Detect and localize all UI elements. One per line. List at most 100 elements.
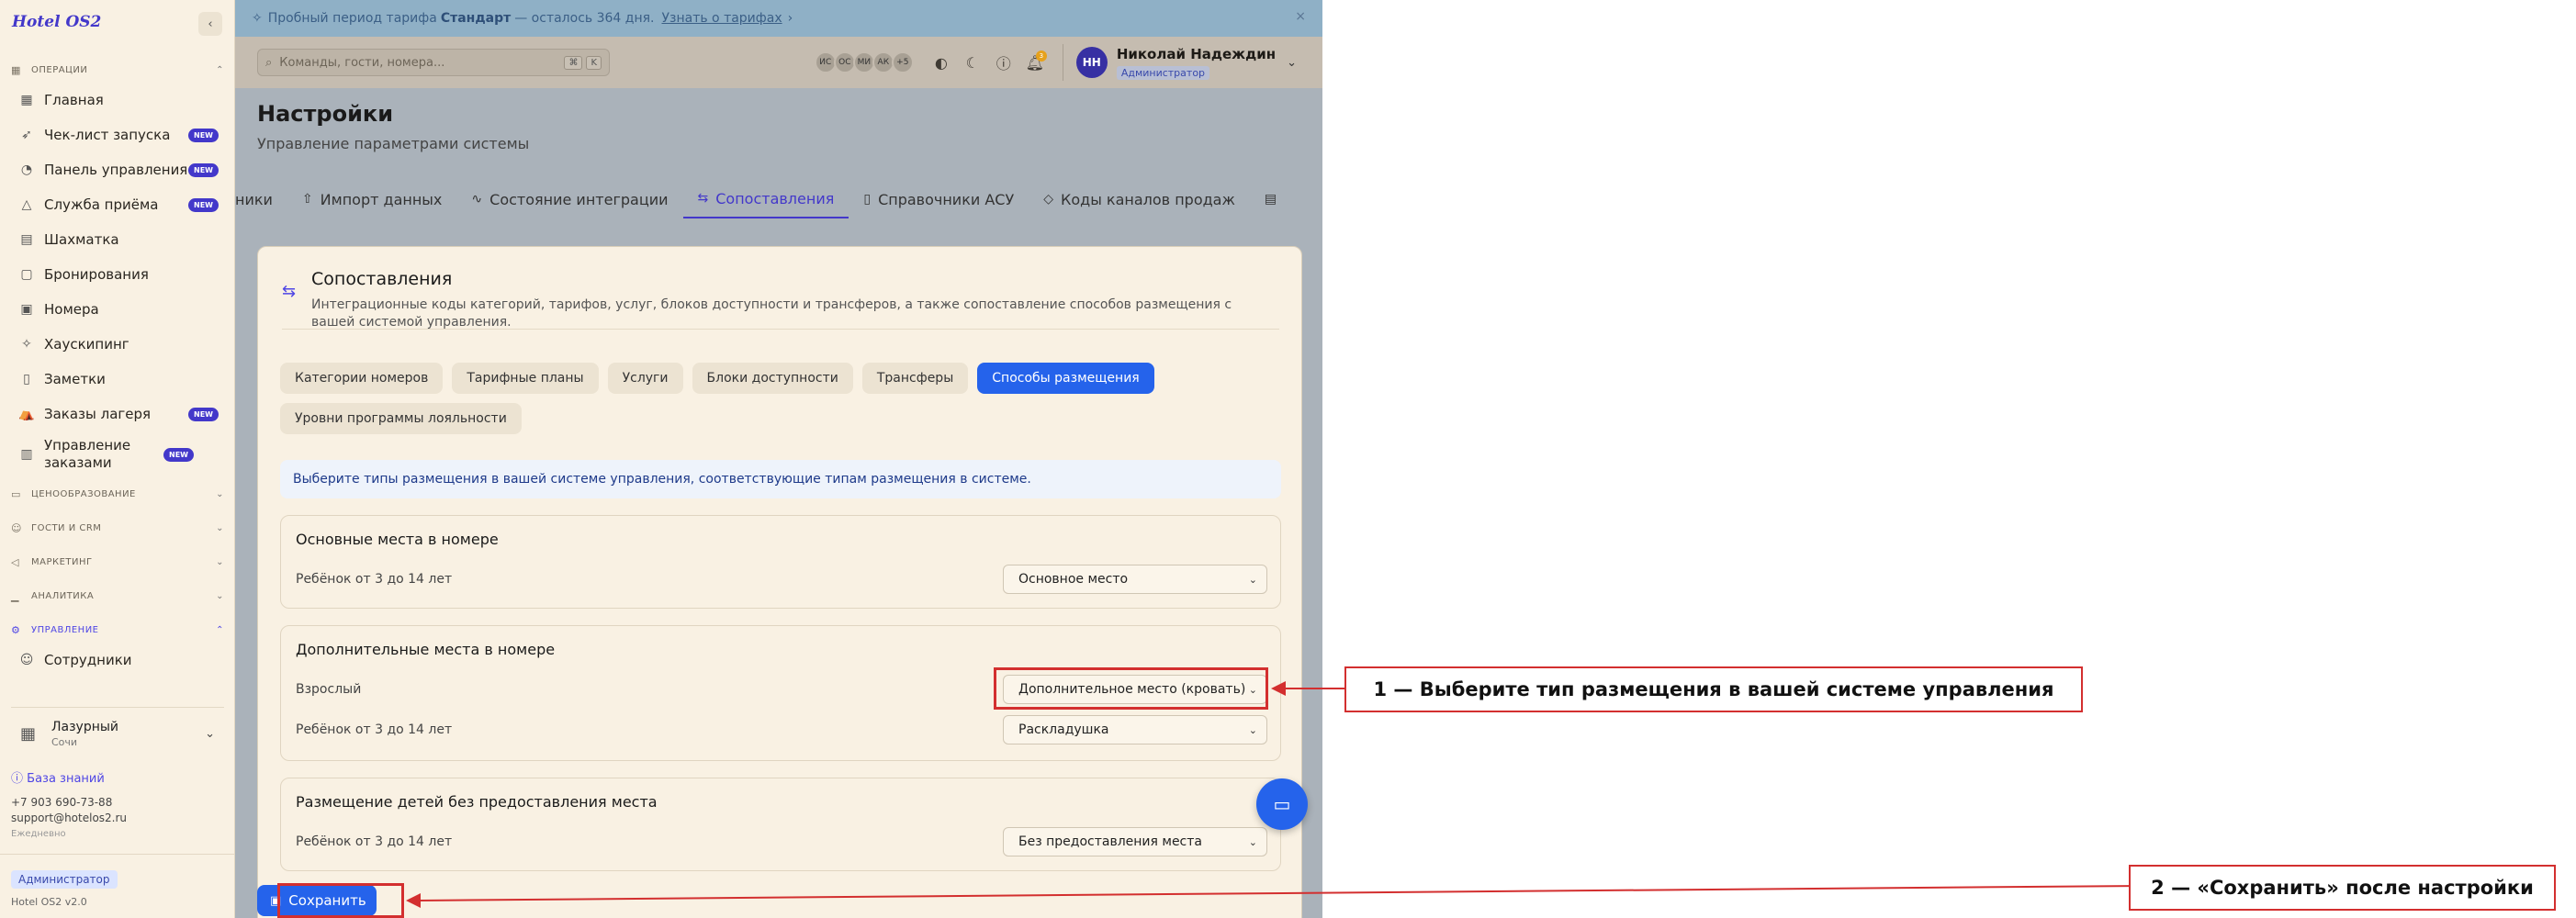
app-window: Hotel OS2 ‹ ▦ ОПЕРАЦИИ ⌃ ▦ Главная ➶ Чек…	[0, 0, 1322, 918]
settings-tabs: ники ⇧ Импорт данных ∿ Состояние интеграци…	[235, 180, 1322, 220]
sidebar-item-housekeeping[interactable]: ✧ Хаускипинг	[0, 327, 235, 362]
pulse-icon: ∿	[471, 192, 483, 207]
sidebar-item-bookings[interactable]: ▢ Бронирования	[0, 257, 235, 292]
sparkles-icon: ✧	[21, 337, 32, 352]
shortcut-key: ⌘	[564, 55, 583, 70]
sidebar-item-launch-checklist[interactable]: ➶ Чек-лист запуска NEW	[0, 118, 235, 152]
support-email[interactable]: support@hotelos2.ru	[11, 811, 224, 826]
sidebar-item-chessboard[interactable]: ▤ Шахматка	[0, 222, 235, 257]
subtab-transfers[interactable]: Трансферы	[861, 363, 969, 394]
card-header: ⇆ Сопоставления Интеграционные коды кате…	[282, 265, 1279, 330]
subtab-rate-plans[interactable]: Тарифные планы	[452, 363, 599, 394]
tab-sales-channel-codes[interactable]: ◇ Коды каналов продаж	[1029, 180, 1250, 218]
online-users[interactable]: ИС ОС МИ АК +5	[814, 51, 914, 73]
sidebar-group-pricing[interactable]: ▭ ЦЕНООБРАЗОВАНИЕ ⌄	[0, 481, 235, 507]
sidebar-group-label: ОПЕРАЦИИ	[31, 64, 88, 75]
sidebar-item-label: Номера	[44, 300, 99, 318]
sidebar-item-home[interactable]: ▦ Главная	[0, 83, 235, 118]
sidebar-item-label: Заметки	[44, 370, 106, 387]
sidebar-group-label: МАРКЕТИНГ	[31, 556, 93, 567]
bell-concierge-icon: △	[21, 197, 32, 212]
brand-logo[interactable]: Hotel OS2	[12, 13, 101, 31]
tab-more[interactable]: ▤	[1250, 180, 1299, 218]
tab-partial[interactable]: ники	[235, 180, 287, 218]
sidebar-group-management[interactable]: ⚙ УПРАВЛЕНИЕ ⌃	[0, 617, 235, 643]
tab-mappings[interactable]: ⇆ Сопоставления	[682, 180, 849, 218]
banner-text-suffix: — осталось 364 дня.	[514, 11, 655, 26]
banner-text: Пробный период тарифа	[267, 11, 437, 26]
new-badge: NEW	[188, 407, 219, 421]
chevron-down-icon: ⌄	[216, 522, 224, 533]
sidebar-item-rooms[interactable]: ▣ Номера	[0, 292, 235, 327]
chevron-up-icon: ⌃	[216, 624, 224, 635]
chevron-down-icon: ⌄	[1287, 55, 1297, 70]
placement-select[interactable]: Раскладушка ⌄	[1003, 715, 1267, 744]
sidebar-group-marketing[interactable]: ◁ МАРКЕТИНГ ⌄	[0, 549, 235, 575]
clipboard-icon: ▥	[20, 447, 33, 462]
new-badge: NEW	[188, 162, 219, 177]
sidebar-nav: ▦ ОПЕРАЦИИ ⌃ ▦ Главная ➶ Чек-лист запуск…	[0, 57, 235, 677]
subtab-loyalty-levels[interactable]: Уровни программы лояльности	[280, 403, 522, 434]
sidebar-group-analytics[interactable]: ▁ АНАЛИТИКА ⌄	[0, 583, 235, 609]
subtab-placement-types[interactable]: Способы размещения	[977, 363, 1154, 394]
sidebar-item-label: Сотрудники	[44, 651, 132, 668]
subtab-availability-blocks[interactable]: Блоки доступности	[692, 363, 853, 394]
sidebar-item-control-panel[interactable]: ◔ Панель управления NEW	[0, 152, 235, 187]
search-input[interactable]: ⌕ Команды, гости, номера... ⌘ K	[257, 49, 610, 76]
subtab-services[interactable]: Услуги	[607, 363, 683, 394]
sidebar-item-staff[interactable]: ☺ Сотрудники	[0, 643, 235, 677]
calendar-icon: ▢	[20, 267, 33, 282]
section-no-place: Размещение детей без предоставления мест…	[280, 778, 1281, 871]
note-icon: ▯	[23, 372, 30, 386]
collapse-sidebar-button[interactable]: ‹	[198, 12, 222, 36]
notification-count: 3	[1035, 50, 1047, 62]
sidebar-group-label: АНАЛИТИКА	[31, 590, 95, 601]
app-version: Hotel OS2 v2.0	[11, 896, 87, 908]
users-icon: ☺	[19, 653, 34, 667]
arrows-icon: ⇆	[697, 191, 709, 206]
chevron-down-icon: ⌄	[216, 590, 224, 601]
sidebar-item-label: Главная	[44, 91, 104, 108]
hotel-name: Лазурный	[51, 720, 119, 734]
user-menu[interactable]: НН Николай Надеждин Администратор ⌄	[1062, 44, 1297, 81]
moon-icon[interactable]: ☾	[958, 54, 987, 72]
sidebar-item-order-management[interactable]: ▥ Управление заказами NEW	[0, 431, 235, 477]
subtab-room-categories[interactable]: Категории номеров	[280, 363, 444, 394]
section-main-places: Основные места в номере Ребёнок от 3 до …	[280, 515, 1281, 609]
palette-icon[interactable]: ◐	[927, 54, 956, 72]
section-title: Дополнительные места в номере	[296, 641, 556, 658]
support-phone[interactable]: +7 903 690-73-88	[11, 795, 224, 811]
sidebar-item-camp-orders[interactable]: ⛺ Заказы лагеря NEW	[0, 397, 235, 431]
info-hint: Выберите типы размещения в вашей системе…	[280, 460, 1281, 498]
row-label: Ребёнок от 3 до 14 лет	[296, 722, 453, 737]
mappings-card: ⇆ Сопоставления Интеграционные коды кате…	[257, 246, 1302, 918]
sidebar-item-notes[interactable]: ▯ Заметки	[0, 362, 235, 397]
help-icon[interactable]: ⓘ	[989, 51, 1018, 73]
rocket-icon: ➶	[21, 128, 32, 142]
document-icon: ▤	[1264, 192, 1277, 207]
pricing-link[interactable]: Узнать о тарифах	[661, 11, 782, 26]
tab-asu-directories[interactable]: ▯ Справочники АСУ	[849, 180, 1029, 218]
sidebar-group-operations[interactable]: ▦ ОПЕРАЦИИ ⌃	[0, 57, 235, 83]
mapping-row: Ребёнок от 3 до 14 лет Раскладушка ⌄	[296, 714, 1267, 745]
bell-icon[interactable]: 🔔︎ 3	[1020, 50, 1050, 72]
hotel-switcher[interactable]: ▦ Лазурный Сочи ⌄	[11, 707, 224, 760]
placement-select[interactable]: Без предоставления места ⌄	[1003, 827, 1267, 856]
chevron-right-icon: ›	[787, 11, 793, 26]
sidebar-item-front-desk[interactable]: △ Служба приёма NEW	[0, 187, 235, 222]
tab-data-import[interactable]: ⇧ Импорт данных	[287, 180, 456, 218]
user-name: Николай Надеждин	[1116, 45, 1277, 62]
section-title: Основные места в номере	[296, 531, 499, 548]
chevron-down-icon: ⌄	[216, 488, 224, 499]
search-placeholder: Команды, гости, номера...	[279, 55, 445, 70]
sidebar-item-label: Управление заказами	[44, 437, 131, 471]
placement-select[interactable]: Основное место ⌄	[1003, 565, 1267, 594]
chevron-down-icon: ⌄	[1248, 723, 1257, 736]
trial-banner: ✧ Пробный период тарифа Стандарт — остал…	[235, 0, 1322, 37]
tab-integration-status[interactable]: ∿ Состояние интеграции	[456, 180, 682, 218]
chat-button[interactable]: ▭	[1256, 778, 1308, 830]
user-avatar: НН	[1075, 47, 1108, 78]
close-icon[interactable]: ×	[1295, 9, 1306, 24]
knowledge-base-link[interactable]: ⓘ База знаний	[11, 771, 224, 787]
sidebar-group-guests-crm[interactable]: ☺ ГОСТИ И CRM ⌄	[0, 515, 235, 541]
